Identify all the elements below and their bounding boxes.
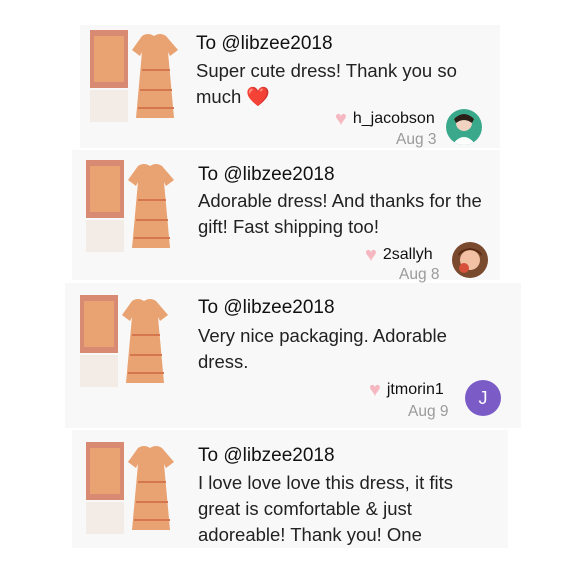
reviewer-username[interactable]: jtmorin1 (387, 381, 444, 399)
reviewer-avatar[interactable]: J (465, 380, 501, 416)
reviewer-username[interactable]: 2sallyh (383, 246, 433, 264)
review-date: Aug 3 (396, 131, 437, 148)
product-thumbnail[interactable] (86, 160, 182, 252)
heart-icon: ♥ (365, 244, 377, 266)
review-card: To @libzee2018 I love love love this dre… (72, 430, 508, 548)
product-thumbnail[interactable] (80, 295, 176, 387)
review-card: To @libzee2018 Very nice packaging. Ador… (65, 283, 521, 428)
reviewer[interactable]: ♥ jtmorin1 (369, 380, 444, 400)
heart-icon: ♥ (335, 108, 347, 130)
review-text: Super cute dress! Thank you so much (196, 60, 457, 107)
product-thumbnail[interactable] (86, 442, 182, 534)
review-card: To @libzee2018 Adorable dress! And thank… (72, 150, 500, 283)
review-message: Super cute dress! Thank you so much ❤️ (196, 58, 496, 111)
review-recipient: To @libzee2018 (198, 164, 335, 185)
reviewer-avatar[interactable] (452, 242, 488, 278)
review-message: I love love love this dress, it fits gre… (198, 472, 453, 545)
review-date: Aug 9 (408, 403, 449, 420)
heart-icon: ♥ (369, 379, 381, 401)
reviewer[interactable]: ♥ 2sallyh (365, 245, 433, 265)
reviewer-avatar[interactable] (446, 109, 482, 145)
review-date: Aug 8 (399, 266, 440, 283)
review-recipient: To @libzee2018 (198, 297, 335, 318)
review-recipient: To @libzee2018 (196, 33, 333, 54)
reviewer[interactable]: ♥ h_jacobson (335, 109, 435, 129)
red-heart-emoji: ❤️ (246, 87, 271, 108)
review-message: Adorable dress! And thanks for the gift!… (198, 190, 482, 237)
product-thumbnail[interactable] (90, 30, 186, 122)
review-card: To @libzee2018 Super cute dress! Thank y… (80, 25, 500, 148)
review-recipient: To @libzee2018 (198, 445, 335, 466)
review-message: Very nice packaging. Adorable dress. (198, 325, 447, 372)
reviewer-username[interactable]: h_jacobson (353, 110, 435, 128)
